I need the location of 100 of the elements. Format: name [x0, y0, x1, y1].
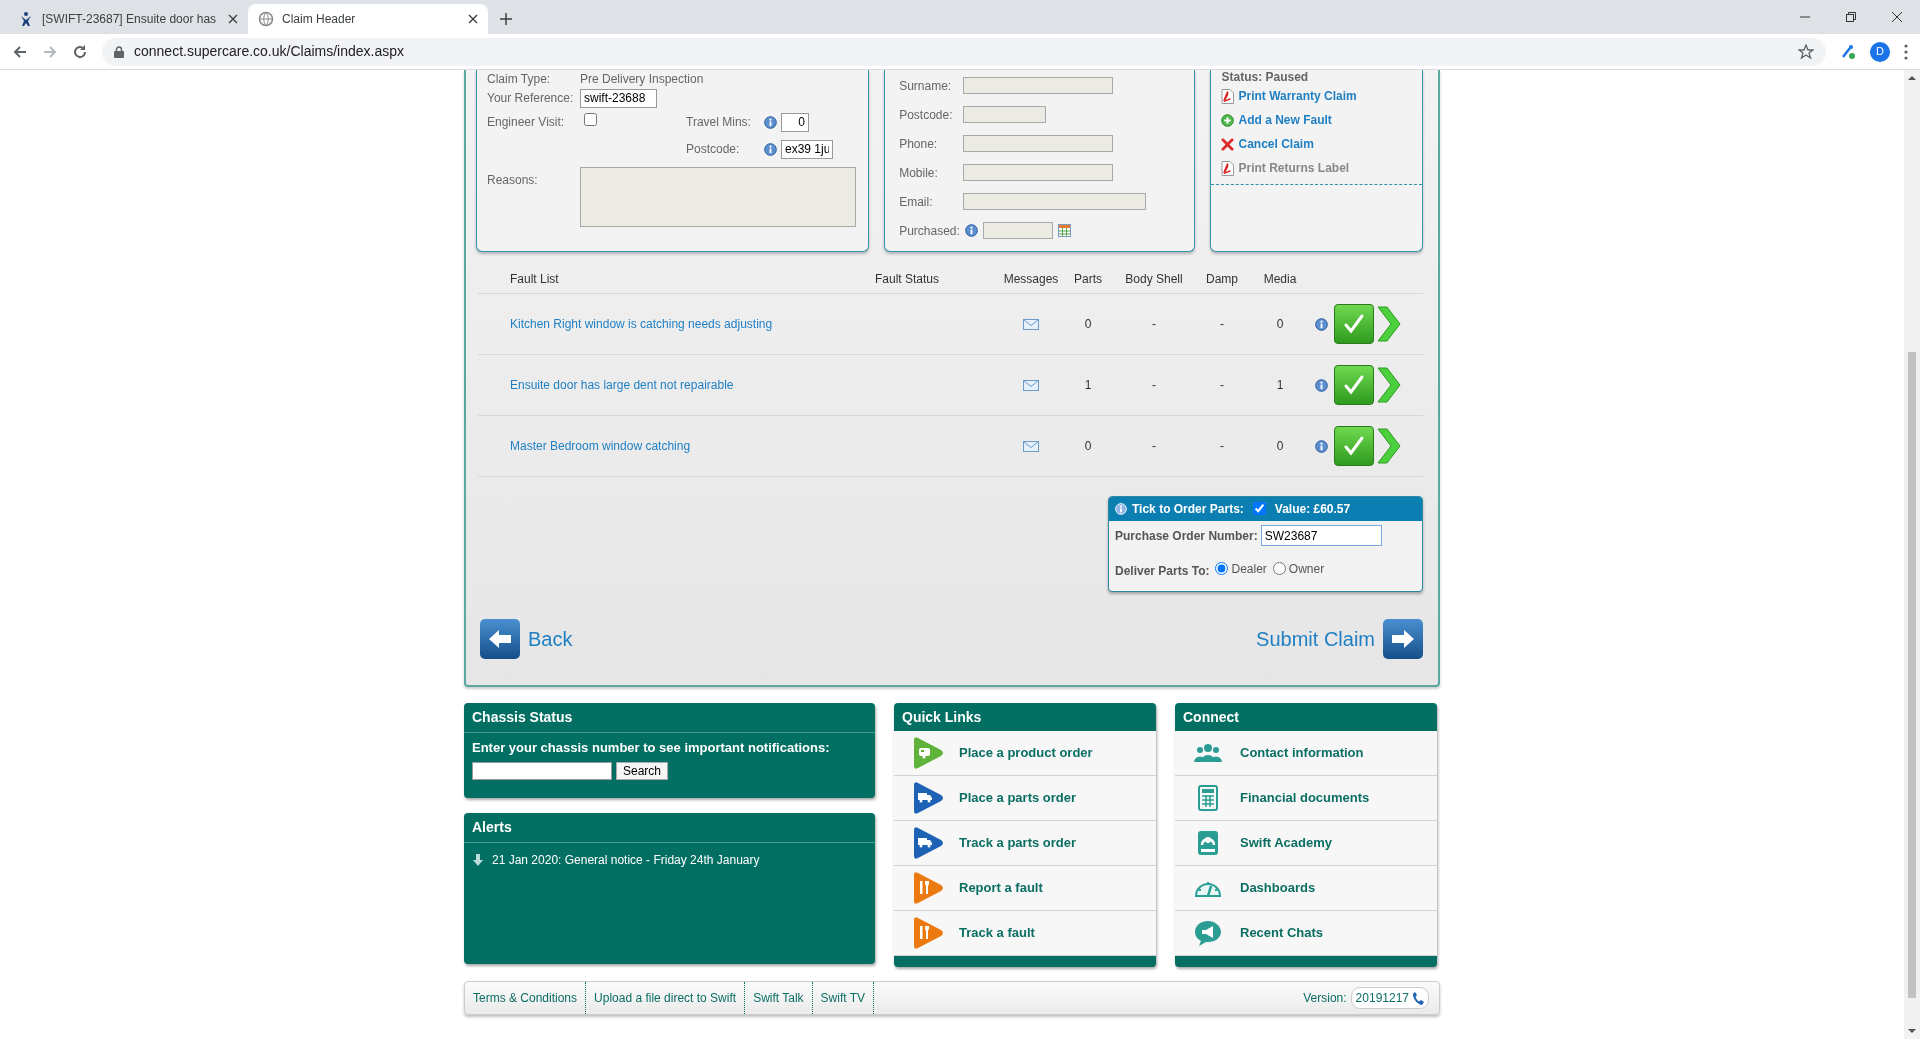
extension-icon[interactable]	[1840, 43, 1856, 60]
quick-link[interactable]: Dashboards	[1175, 866, 1437, 911]
envelope-icon[interactable]	[1023, 379, 1039, 391]
input-field[interactable]	[963, 135, 1114, 152]
field-label: Travel Mins:	[686, 114, 752, 131]
quick-link[interactable]: Track a parts order	[894, 821, 1156, 866]
field-label: Reasons:	[487, 172, 539, 189]
table-cell: 0	[1251, 293, 1309, 354]
close-icon[interactable]	[228, 14, 238, 24]
input-field[interactable]: ex39 1ju	[781, 139, 833, 159]
fault-link[interactable]: Kitchen Right window is catching needs adjusting	[510, 316, 773, 331]
radio-button[interactable]	[1215, 562, 1229, 575]
address-bar[interactable]: connect.supercare.co.uk/Claims/index.aspx	[102, 37, 1826, 66]
check-icon	[1343, 312, 1365, 335]
info-icon[interactable]	[764, 142, 777, 156]
envelope-icon[interactable]	[1023, 440, 1039, 452]
input-field[interactable]	[963, 164, 1114, 181]
calendar-icon[interactable]	[1057, 224, 1071, 237]
close-icon[interactable]	[1892, 12, 1902, 22]
input-field[interactable]	[963, 193, 1147, 210]
scroll-thumb[interactable]	[1908, 352, 1916, 998]
approve-button[interactable]	[1334, 364, 1374, 405]
quick-link[interactable]: Place a product order	[894, 731, 1156, 776]
fault-link[interactable]: Ensuite door has large dent not repairable	[510, 377, 734, 392]
input-field[interactable]: 0	[781, 112, 809, 132]
quick-link[interactable]: Track a fault	[894, 911, 1156, 956]
date-field[interactable]	[982, 222, 1053, 239]
input-field[interactable]: swift-23688	[580, 88, 657, 108]
chevron-icon[interactable]	[1376, 426, 1402, 465]
column-header: Parts	[1061, 266, 1115, 293]
field-label: Postcode:	[899, 106, 954, 124]
quick-link[interactable]: Swift Academy	[1175, 821, 1437, 866]
status-text: Status: Paused	[1221, 70, 1310, 84]
avatar[interactable]: D	[1870, 41, 1890, 62]
info-icon[interactable]	[1314, 317, 1328, 331]
cross-icon	[1221, 137, 1235, 151]
back-arrow-icon[interactable]	[12, 43, 28, 60]
column-header: Fault Status	[871, 266, 1001, 293]
more-icon[interactable]	[1904, 43, 1908, 60]
quick-link[interactable]: Financial documents	[1175, 776, 1437, 821]
quick-link[interactable]: Report a fault	[894, 866, 1156, 911]
checkbox[interactable]	[584, 113, 597, 126]
action-link[interactable]: Print Warranty Claim	[1221, 84, 1422, 108]
reload-icon[interactable]	[72, 43, 88, 60]
info-icon[interactable]	[764, 115, 777, 129]
footer-link[interactable]: Swift Talk	[745, 982, 813, 1014]
right-arrow-icon	[1391, 628, 1415, 649]
action-link[interactable]: Cancel Claim	[1221, 132, 1422, 156]
panel-title: Chassis Status	[464, 703, 875, 733]
field-label: Claim Type:	[487, 70, 552, 88]
footer-link[interactable]: Swift TV	[812, 982, 875, 1014]
envelope-icon[interactable]	[1023, 318, 1039, 330]
quick-link[interactable]: Place a parts order	[894, 776, 1156, 821]
scrollbar[interactable]	[1904, 70, 1920, 1039]
order-value: Value: £60.57	[1274, 500, 1351, 518]
input-field[interactable]	[472, 761, 612, 780]
field-label: Your Reference:	[487, 90, 575, 107]
new-tab-icon[interactable]	[500, 13, 512, 25]
check-icon	[1343, 373, 1365, 396]
input-field[interactable]	[963, 106, 1047, 123]
info-icon[interactable]	[1314, 378, 1328, 392]
panel-title: Alerts	[464, 813, 875, 843]
quick-link[interactable]: Contact information	[1175, 731, 1437, 776]
input-field[interactable]: SW23687	[1260, 525, 1382, 546]
version-label: Version:	[1303, 990, 1347, 1007]
field-label: Deliver Parts To:	[1115, 562, 1210, 580]
back-button[interactable]: Back	[480, 618, 573, 659]
browser-tab[interactable]: Claim Header	[248, 4, 488, 34]
chevron-icon[interactable]	[1376, 365, 1402, 404]
approve-button[interactable]	[1334, 303, 1374, 344]
table-cell: -	[1193, 415, 1251, 476]
plus-icon	[1221, 113, 1235, 127]
close-icon[interactable]	[468, 14, 478, 24]
radio-button[interactable]	[1272, 562, 1286, 575]
scroll-up-icon[interactable]	[1908, 74, 1916, 82]
submit-button[interactable]: Submit Claim	[1256, 618, 1423, 659]
footer-link[interactable]: Terms & Conditions	[465, 982, 587, 1014]
quick-link[interactable]: Recent Chats	[1175, 911, 1437, 956]
fault-link[interactable]: Master Bedroom window catching	[510, 438, 691, 453]
restore-icon[interactable]	[1846, 12, 1856, 22]
field-label: Email:	[899, 193, 934, 211]
info-icon[interactable]	[1314, 439, 1328, 453]
checkbox[interactable]	[1252, 502, 1266, 515]
info-icon[interactable]	[964, 224, 978, 237]
chevron-icon[interactable]	[1376, 304, 1402, 343]
approve-button[interactable]	[1334, 425, 1374, 466]
prompt-text: Enter your chassis number to see important notifications:	[471, 739, 831, 757]
star-icon[interactable]	[1798, 44, 1814, 61]
version-badge: 20191217	[1350, 987, 1429, 1009]
table-cell: 0	[1061, 293, 1115, 354]
megaphone-icon	[1193, 920, 1222, 946]
search-button[interactable]: Search	[616, 761, 669, 780]
table-cell: 1	[1251, 354, 1309, 415]
footer-link[interactable]: Upload a file direct to Swift	[586, 982, 746, 1014]
scroll-down-icon[interactable]	[1908, 1027, 1916, 1035]
figure-icon	[18, 11, 34, 27]
action-link[interactable]: Add a New Fault	[1221, 108, 1422, 132]
column-header: Media	[1251, 266, 1309, 293]
browser-tab[interactable]: [SWIFT-23687] Ensuite door has	[8, 4, 248, 34]
input-field[interactable]	[963, 77, 1114, 94]
